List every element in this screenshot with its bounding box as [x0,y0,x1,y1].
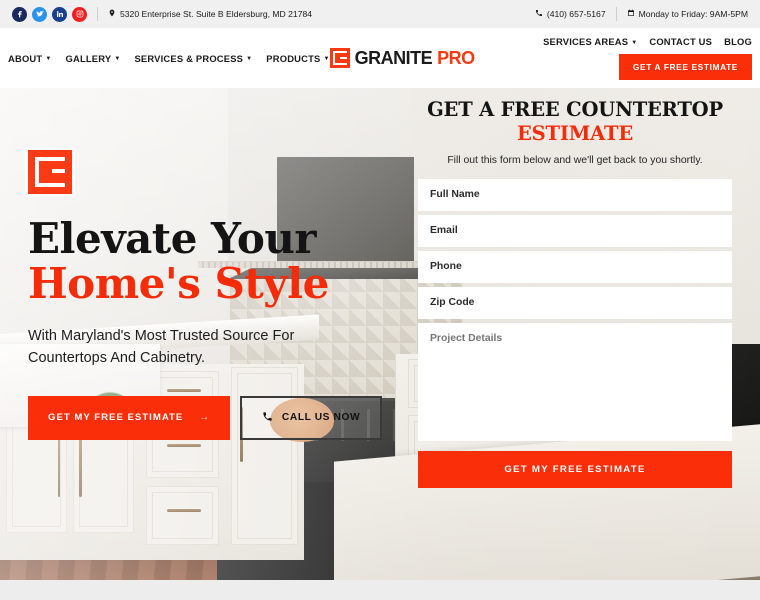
nav-label: BLOG [724,36,752,47]
nav-label: SERVICES & PROCESS [134,52,244,64]
hero-call-us-button[interactable]: CALL US NOW [239,395,383,440]
nav-label: ABOUT [8,52,43,64]
hero-section: Elevate Your Home's Style With Maryland'… [0,88,760,580]
address-text: 5320 Enterprise St. Suite B Eldersburg, … [120,9,313,19]
granitepro-logo-icon [329,48,350,68]
nav-item-about[interactable]: ABOUT ▼ [8,53,51,64]
address-item: 5320 Enterprise St. Suite B Eldersburg, … [108,8,312,20]
top-bar: 5320 Enterprise St. Suite B Eldersburg, … [0,0,760,28]
nav-right-links: SERVICES AREAS ▼ CONTACT US BLOG [543,36,752,47]
arrow-right-icon: → [199,412,210,424]
granitepro-badge-icon [28,150,72,194]
linkedin-icon[interactable] [52,6,67,22]
phone-text: (410) 657-5167 [546,9,606,19]
form-title-line2: ESTIMATE [517,121,633,145]
instagram-icon[interactable] [72,6,87,22]
hero-content: Elevate Your Home's Style With Maryland'… [28,88,408,580]
nav-item-services-process[interactable]: SERVICES & PROCESS ▼ [134,53,252,64]
chevron-down-icon: ▼ [246,56,253,62]
nav-item-contact-us[interactable]: CONTACT US [649,36,712,47]
nav-label: PRODUCTS [266,52,321,64]
hero-heading: Elevate Your Home's Style [28,216,408,307]
hero-heading-line2: Home's Style [28,259,329,309]
chevron-down-icon: ▼ [114,56,121,62]
hero-cta-label: GET MY FREE ESTIMATE [48,412,184,424]
hero-heading-line1: Elevate Your [28,214,317,263]
email-input[interactable] [418,214,732,247]
form-title: GET A FREE COUNTERTOP ESTIMATE [418,98,732,146]
divider [615,7,617,21]
twitter-icon[interactable] [32,6,47,22]
phone-icon [535,8,543,20]
logo-text-pro: PRO [437,47,475,68]
facebook-icon[interactable] [12,6,27,22]
hours-text: Monday to Friday: 9AM-5PM [638,9,748,19]
divider [97,7,98,21]
nav-item-services-areas[interactable]: SERVICES AREAS ▼ [543,36,637,47]
phone-item[interactable]: (410) 657-5167 [535,8,606,20]
nav-item-products[interactable]: PRODUCTS ▼ [266,53,329,64]
logo-text-granite: GRANITE [354,47,433,68]
hero-free-estimate-button[interactable]: GET MY FREE ESTIMATE → [28,395,230,440]
hours-item: Monday to Friday: 9AM-5PM [627,8,748,20]
nav-label: GALLERY [65,52,112,64]
nav-left-group: ABOUT ▼ GALLERY ▼ SERVICES & PROCESS ▼ P… [8,53,330,64]
zip-code-input[interactable] [418,286,732,319]
form-submit-button[interactable]: GET MY FREE ESTIMATE [418,450,732,488]
nav-item-blog[interactable]: BLOG [724,36,752,47]
chevron-down-icon: ▼ [631,39,638,46]
project-details-textarea[interactable] [418,322,732,441]
hero-cta-group: GET MY FREE ESTIMATE → CALL US NOW [28,395,408,440]
nav-right-group: SERVICES AREAS ▼ CONTACT US BLOG GET A F… [475,36,752,80]
calendar-icon [627,8,635,20]
main-navigation: ABOUT ▼ GALLERY ▼ SERVICES & PROCESS ▼ P… [0,28,760,88]
social-links [12,6,87,22]
form-subtitle: Fill out this form below and we'll get b… [447,154,703,166]
nav-label: SERVICES AREAS [543,36,629,47]
nav-label: CONTACT US [649,36,713,47]
phone-icon [262,411,273,425]
hero-subtext: With Maryland's Most Trusted Source For … [28,327,295,367]
nav-free-estimate-button[interactable]: GET A FREE ESTIMATE [618,54,752,80]
top-bar-right: (410) 657-5167 Monday to Friday: 9AM-5PM [535,7,748,21]
location-pin-icon [108,8,116,20]
full-name-input[interactable] [418,178,732,211]
nav-item-gallery[interactable]: GALLERY ▼ [65,53,120,64]
form-title-line1: GET A FREE COUNTERTOP [427,98,723,121]
site-logo[interactable]: GRANITE PRO [329,47,475,69]
estimate-form: GET A FREE COUNTERTOP ESTIMATE Fill out … [408,88,732,580]
hero-call-label: CALL US NOW [281,412,361,424]
phone-input[interactable] [418,250,732,283]
chevron-down-icon: ▼ [45,56,52,62]
